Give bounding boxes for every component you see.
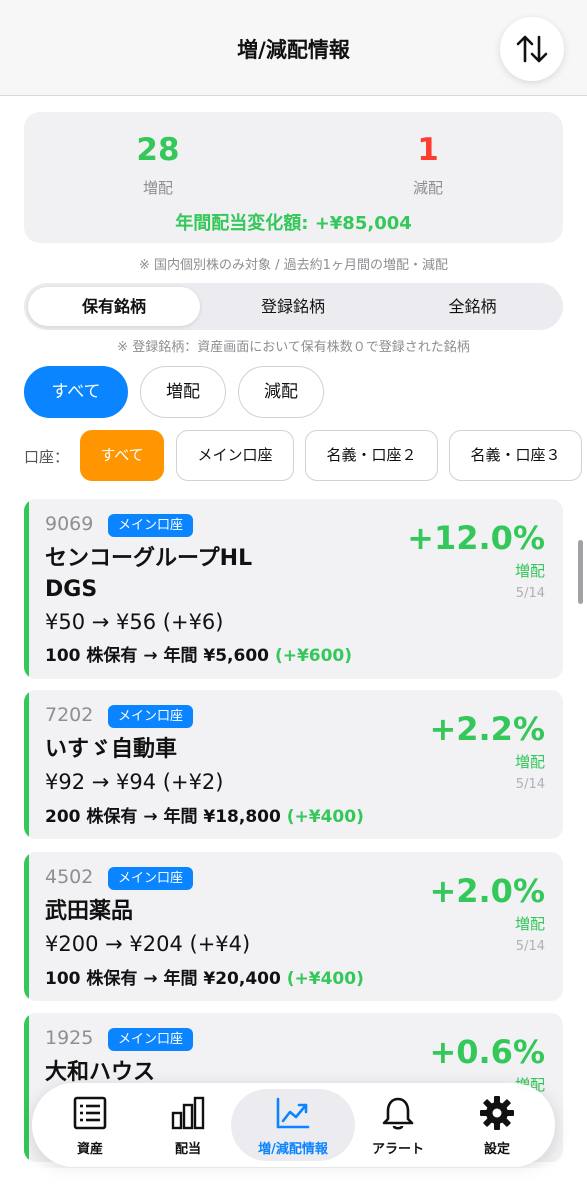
registered-note: ※ 登録銘柄：資産画面において保有株数０で登録された銘柄: [117, 340, 470, 355]
increase-indicator: [24, 690, 29, 839]
dividend-change: ¥92 → ¥94 (+¥2): [45, 770, 224, 794]
account-badge: メイン口座: [108, 1028, 194, 1051]
holding-text: 100 株保有 → 年間 ¥5,600: [45, 646, 270, 666]
tab-label: 増/減配情報: [258, 1142, 328, 1157]
tab-bar: 資産 配当 増/減配情報 アラート 設定: [32, 1083, 555, 1167]
increase-indicator: [24, 1013, 29, 1162]
list-icon: [73, 1096, 107, 1130]
holding-diff: (+¥400): [286, 969, 364, 989]
tab-alerts[interactable]: アラート: [348, 1083, 448, 1167]
gear-icon: [480, 1096, 514, 1130]
filter-decrease[interactable]: 減配: [238, 366, 324, 418]
holding-diff: (+¥600): [274, 646, 353, 666]
stock-code: 4502: [45, 866, 94, 888]
change-type: 増配: [514, 562, 545, 580]
bottom-fade: [0, 1168, 587, 1200]
filter-increase[interactable]: 増配: [140, 366, 226, 418]
account-badge: メイン口座: [108, 514, 194, 537]
holding-segment: 保有銘柄 登録銘柄 全銘柄: [24, 283, 563, 330]
account-label: 口座：: [24, 448, 70, 466]
holding-text: 200 株保有 → 年間 ¥18,800: [45, 807, 281, 827]
change-percent: +2.2%: [429, 710, 545, 748]
segment-held[interactable]: 保有銘柄: [28, 287, 200, 326]
scrollbar[interactable]: [578, 540, 583, 604]
decrease-label: 減配: [412, 179, 443, 197]
bell-icon: [382, 1097, 414, 1130]
account-3[interactable]: 名義・口座３: [449, 430, 582, 481]
stock-name: いすゞ自動車: [45, 737, 178, 762]
increase-count: 28: [136, 132, 180, 168]
change-date: 5/14: [515, 777, 545, 792]
segment-all[interactable]: 全銘柄: [386, 287, 559, 326]
tab-dividend-changes[interactable]: 増/減配情報: [231, 1083, 355, 1167]
annual-change: 年間配当変化額: +¥85,004: [175, 213, 412, 234]
decrease-count: 1: [417, 132, 439, 168]
holding-diff: (+¥400): [286, 807, 364, 827]
stock-code: 9069: [45, 513, 94, 535]
sort-button[interactable]: [500, 17, 564, 81]
holding-info: 100 株保有 → 年間 ¥5,600 (+¥600): [45, 641, 352, 666]
summary-panel: 28 増配 1 減配 年間配当変化額: +¥85,004: [24, 112, 563, 243]
account-all[interactable]: すべて: [80, 430, 164, 481]
holding-text: 100 株保有 → 年間 ¥20,400: [45, 969, 281, 989]
stock-code: 1925: [45, 1027, 94, 1049]
change-percent: +0.6%: [429, 1033, 545, 1071]
change-percent: +2.0%: [429, 872, 545, 910]
page-title: 増/減配情報: [237, 38, 350, 62]
nav-header: 増/減配情報: [0, 0, 587, 96]
change-type: 増配: [514, 753, 545, 771]
stock-card[interactable]: 4502 メイン口座 武田薬品 ¥200 → ¥204 (+¥4) 100 株保…: [24, 852, 563, 1001]
tab-label: 配当: [174, 1142, 201, 1157]
change-date: 5/14: [515, 586, 545, 601]
change-percent: +12.0%: [407, 519, 545, 557]
account-2[interactable]: 名義・口座２: [305, 430, 438, 481]
stock-card[interactable]: 9069 メイン口座 センコーグループHL DGS ¥50 → ¥56 (+¥6…: [24, 499, 563, 679]
tab-settings[interactable]: 設定: [447, 1083, 547, 1167]
filter-all[interactable]: すべて: [24, 366, 128, 418]
tab-label: 設定: [483, 1142, 510, 1157]
dividend-change: ¥200 → ¥204 (+¥4): [45, 932, 251, 956]
change-type: 増配: [514, 915, 545, 933]
stock-name: 武田薬品: [45, 899, 134, 924]
tab-label: 資産: [76, 1142, 103, 1157]
scope-note: ※ 国内個別株のみ対象 / 過去約1ヶ月間の増配・減配: [139, 258, 448, 273]
sort-arrows-icon: [516, 35, 548, 63]
segment-registered[interactable]: 登録銘柄: [204, 287, 382, 326]
trend-up-icon: [276, 1097, 310, 1129]
account-main[interactable]: メイン口座: [176, 430, 294, 481]
change-date: 5/14: [515, 939, 545, 954]
holding-info: 200 株保有 → 年間 ¥18,800 (+¥400): [45, 802, 364, 827]
stock-code: 7202: [45, 704, 94, 726]
dividend-change: ¥50 → ¥56 (+¥6): [45, 610, 224, 634]
increase-indicator: [24, 852, 29, 1001]
bar-chart-icon: [171, 1096, 205, 1130]
holding-info: 100 株保有 → 年間 ¥20,400 (+¥400): [45, 964, 364, 989]
tab-dividends[interactable]: 配当: [138, 1083, 238, 1167]
tab-assets[interactable]: 資産: [40, 1083, 140, 1167]
increase-indicator: [24, 499, 29, 679]
increase-label: 増配: [142, 179, 173, 197]
account-badge: メイン口座: [108, 867, 194, 890]
tab-label: アラート: [371, 1142, 424, 1157]
stock-name: センコーグループHL DGS: [45, 546, 253, 602]
stock-card[interactable]: 7202 メイン口座 いすゞ自動車 ¥92 → ¥94 (+¥2) 200 株保…: [24, 690, 563, 839]
account-badge: メイン口座: [108, 705, 194, 728]
